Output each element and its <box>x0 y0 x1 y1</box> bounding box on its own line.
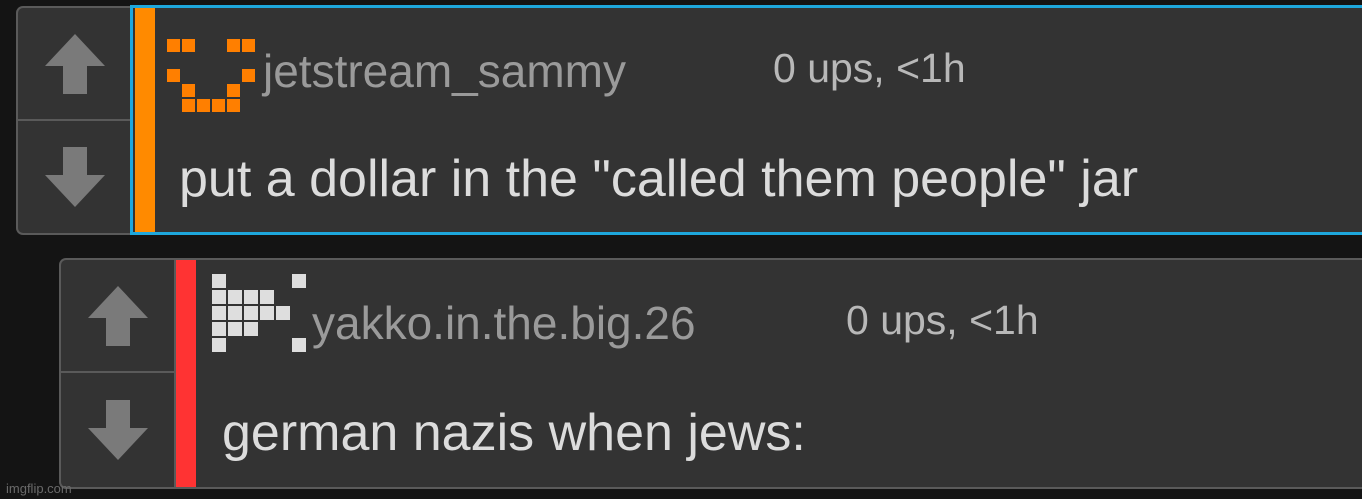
avatar-icon <box>212 274 306 352</box>
downvote-button[interactable] <box>18 121 131 233</box>
down-arrow-icon <box>87 400 148 460</box>
comment-meta: 0 ups, <1h <box>846 297 1039 343</box>
username[interactable]: jetstream_sammy <box>263 48 626 94</box>
downvote-button[interactable] <box>61 373 174 487</box>
up-arrow-icon <box>87 285 148 346</box>
username[interactable]: yakko.in.the.big.26 <box>312 300 696 346</box>
comment-meta: 0 ups, <1h <box>773 45 966 91</box>
comment-body: yakko.in.the.big.26 0 ups, <1h german na… <box>174 260 1362 487</box>
vote-column <box>61 260 174 487</box>
comment-body: jetstream_sammy 0 ups, <1h put a dollar … <box>131 8 1362 233</box>
comment-card: jetstream_sammy 0 ups, <1h put a dollar … <box>16 6 1362 235</box>
watermark: imgflip.com <box>6 481 72 496</box>
thread-color-bar <box>176 260 196 487</box>
comment-card: yakko.in.the.big.26 0 ups, <1h german na… <box>59 258 1362 489</box>
down-arrow-icon <box>44 147 105 207</box>
upvote-button[interactable] <box>61 260 174 373</box>
up-arrow-icon <box>44 33 105 94</box>
thread-color-bar <box>135 8 155 233</box>
upvote-button[interactable] <box>18 8 131 121</box>
vote-column <box>18 8 131 233</box>
comment-text: german nazis when jews: <box>222 404 806 462</box>
avatar-icon <box>167 39 255 112</box>
comment-text: put a dollar in the "called them people"… <box>179 150 1139 208</box>
